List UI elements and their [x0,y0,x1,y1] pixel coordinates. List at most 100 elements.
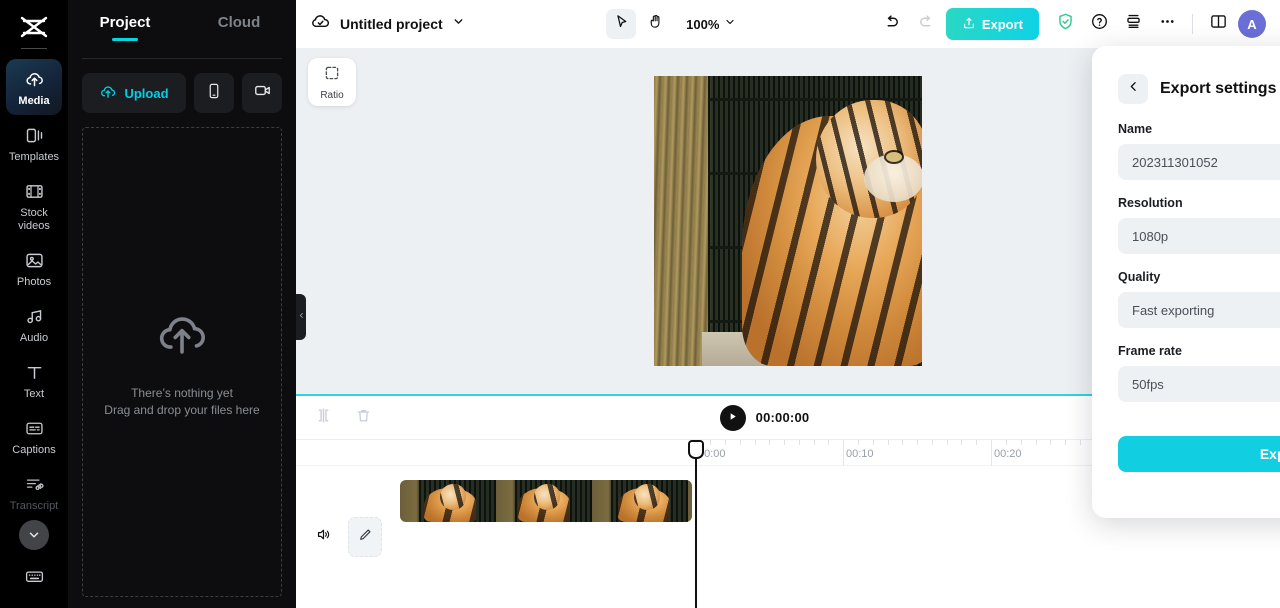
back-button[interactable] [1118,74,1148,104]
undo-button[interactable] [878,10,906,38]
sidebar-item-audio[interactable]: Audio [6,296,62,352]
video-editor-app: Media Templates Stock videos Photos Audi… [0,0,1280,608]
sidebar-label-text: Text [23,388,45,400]
chevron-left-icon [298,308,305,326]
ellipsis-icon [1158,12,1177,36]
upload-from-phone-button[interactable] [194,73,234,113]
ratio-button[interactable]: Ratio [308,58,356,106]
resolution-value: 1080p [1132,228,1169,244]
dropzone-text: There’s nothing yet Drag and drop your f… [104,385,259,419]
video-preview-frame[interactable] [654,76,922,366]
clip-thumbnail [496,480,592,522]
confirm-export-button[interactable]: Export [1118,436,1280,472]
cursor-arrow-icon [613,13,630,35]
hand-tool-button[interactable] [640,9,670,39]
rail-scroll-down-button[interactable] [19,520,49,550]
chevron-left-icon [1127,80,1140,98]
help-button[interactable] [1085,10,1113,38]
media-panel-tabs: Project Cloud [68,0,296,48]
sidebar-label-captions: Captions [12,444,56,456]
transcript-scissors-icon [23,473,45,495]
record-button[interactable] [242,73,282,113]
sidebar-label-audio: Audio [19,332,49,344]
export-settings-title: Export settings [1160,80,1277,97]
music-note-icon [23,305,45,327]
sidebar-item-transcript[interactable]: Transcript [6,464,62,520]
more-options-button[interactable] [1153,10,1181,38]
sidebar-item-templates[interactable]: Templates [6,115,62,171]
quality-value: Fast exporting [1132,302,1215,318]
panel-collapse-handle[interactable] [296,294,306,340]
phone-icon [205,82,223,105]
frame-rate-label: Frame rate [1118,344,1182,358]
capcut-logo-icon [17,14,51,40]
tab-cloud[interactable]: Cloud [182,0,296,31]
chevron-down-icon [452,15,465,33]
edit-track-button[interactable] [348,517,382,557]
sidebar-item-keyboard-shortcuts[interactable] [6,556,62,594]
ratio-button-label: Ratio [320,89,344,101]
layers-button[interactable] [1119,10,1147,38]
select-tool-button[interactable] [606,9,637,39]
zoom-level-control[interactable]: 100% [686,15,736,33]
redo-icon [917,13,935,36]
pencil-icon [357,527,373,548]
panel-layout-button[interactable] [1204,10,1232,38]
sidebar-item-stock-videos[interactable]: Stock videos [6,171,62,240]
sidebar-item-text[interactable]: Text [6,352,62,408]
current-time-display: 00:00:00 [755,410,810,425]
cloud-upload-icon [23,68,45,90]
play-icon [727,409,738,427]
name-label: Name [1118,122,1153,136]
speaker-icon [315,526,332,548]
avatar-initial: A [1247,16,1257,32]
clip-thumbnail [400,480,496,522]
split-clip-button[interactable] [312,407,334,429]
tab-project[interactable]: Project [68,0,182,31]
dropzone-title: There’s nothing yet [131,385,233,400]
crop-frame-icon [323,64,341,87]
frame-rate-select[interactable]: 50fps [1118,366,1280,402]
question-circle-icon [1090,12,1109,36]
play-button[interactable] [719,404,746,431]
page-title: Untitled project [340,16,443,32]
delete-clip-button[interactable] [352,407,374,429]
resolution-select[interactable]: 1080p [1118,218,1280,254]
cloud-upload-icon [153,306,211,369]
track-volume-button[interactable] [312,526,334,548]
redo-button[interactable] [912,10,940,38]
sidebar-item-media[interactable]: Media [6,59,62,115]
name-input[interactable]: 202311301052 [1118,144,1280,180]
text-t-icon [23,361,45,383]
dropzone-subtitle: Drag and drop your files here [104,402,260,417]
panel-layout-icon [1209,12,1228,36]
image-icon [23,249,45,271]
video-camera-icon [253,81,272,105]
cloud-upload-icon [99,83,117,104]
export-settings-header: Export settings [1118,74,1280,104]
ruler-label: 00:20 [994,448,1022,460]
sidebar-label-photos: Photos [16,276,52,288]
zoom-level-value: 100% [686,16,720,32]
upload-button[interactable]: Upload [82,73,186,113]
playhead[interactable] [695,440,697,608]
sidebar-label-transcript: Transcript [9,500,59,512]
export-button[interactable]: Export [945,8,1039,40]
video-clip[interactable] [400,480,692,522]
name-input-value: 202311301052 [1132,154,1218,170]
project-title-button[interactable]: Untitled project [310,11,465,37]
avatar[interactable]: A [1238,10,1266,38]
quality-label: Quality [1118,270,1161,284]
media-actions: Upload [68,59,296,113]
keyboard-icon [23,565,45,587]
quality-select[interactable]: Fast exporting [1118,292,1280,328]
tab-project-label: Project [99,14,151,31]
playhead-handle[interactable] [688,440,704,459]
sidebar-label-templates: Templates [8,151,60,163]
sidebar-item-photos[interactable]: Photos [6,240,62,296]
hand-icon [647,13,664,35]
shield-check-button[interactable] [1051,10,1079,38]
tab-cloud-label: Cloud [217,14,261,31]
media-dropzone[interactable]: There’s nothing yet Drag and drop your f… [82,127,282,597]
sidebar-item-captions[interactable]: Captions [6,408,62,464]
